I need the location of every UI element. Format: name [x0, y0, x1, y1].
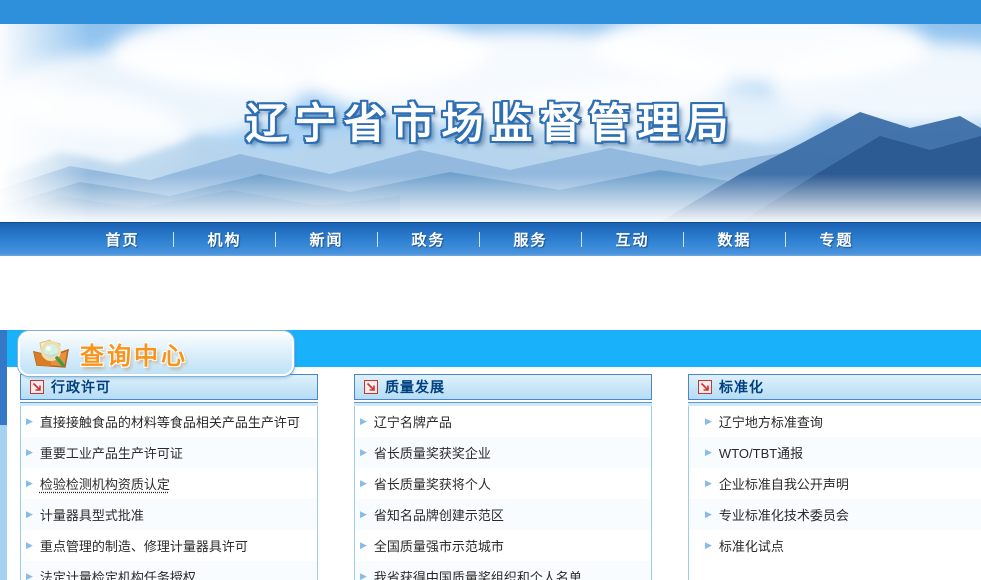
link-label[interactable]: 重要工业产品生产许可证 [40, 443, 183, 462]
link-label[interactable]: 全国质量强市示范城市 [374, 536, 504, 555]
nav-separator [275, 232, 276, 247]
triangle-bullet-icon: ▶ [360, 510, 367, 519]
site-title: 辽宁省市场监督管理局 [0, 90, 981, 151]
link-item[interactable]: ▶ 全国质量强市示范城市 [355, 530, 651, 561]
nav-separator [785, 232, 786, 247]
triangle-bullet-icon: ▶ [705, 479, 712, 488]
nav-item-government[interactable]: 政务 [380, 229, 477, 250]
link-label[interactable]: 省知名品牌创建示范区 [374, 505, 504, 524]
panel-title: 质量发展 [385, 377, 445, 397]
link-item[interactable]: ▶ WTO/TBT通报 [689, 437, 981, 468]
triangle-bullet-icon: ▶ [26, 479, 33, 488]
nav-separator [173, 232, 174, 247]
nav-item-topics[interactable]: 专题 [788, 229, 885, 250]
triangle-bullet-icon: ▶ [705, 417, 712, 426]
nav-item-news[interactable]: 新闻 [278, 229, 375, 250]
triangle-bullet-icon: ▶ [360, 572, 367, 580]
panel-header-quality-development: 质量发展 [354, 374, 652, 400]
link-label[interactable]: 我省获得中国质量奖组织和个人名单 [374, 567, 582, 580]
link-item[interactable]: ▶ 检验检测机构资质认定 [21, 468, 317, 499]
triangle-bullet-icon: ▶ [26, 510, 33, 519]
panel-quality-development: 质量发展 ▶ 辽宁名牌产品 ▶ 省长质量奖获奖企业 ▶ 省长质量奖获将个人 ▶ 省知名品牌创建示… [354, 374, 652, 580]
link-item[interactable]: ▶ 我省获得中国质量奖组织和个人名单 [355, 561, 651, 580]
triangle-bullet-icon: ▶ [26, 541, 33, 550]
nav-separator [377, 232, 378, 247]
nav-item-data[interactable]: 数据 [686, 229, 783, 250]
link-item[interactable]: ▶ 计量器具型式批准 [21, 499, 317, 530]
triangle-bullet-icon: ▶ [26, 572, 33, 580]
nav-item-interaction[interactable]: 互动 [584, 229, 681, 250]
link-label[interactable]: 法定计量检定机构任务授权 [40, 567, 196, 580]
link-label[interactable]: 省长质量奖获奖企业 [374, 443, 491, 462]
content-gap [0, 256, 981, 330]
link-item[interactable]: ▶ 省长质量奖获将个人 [355, 468, 651, 499]
panel-body: ▶ 辽宁地方标准查询 ▶ WTO/TBT通报 ▶ 企业标准自我公开声明 ▶ 专业标准化技术委员… [688, 406, 981, 580]
main-nav: 首页机构新闻政务服务互动数据专题 [0, 222, 981, 256]
nav-separator [479, 232, 480, 247]
link-label[interactable]: WTO/TBT通报 [719, 443, 803, 462]
triangle-bullet-icon: ▶ [360, 448, 367, 457]
link-label[interactable]: 省长质量奖获将个人 [374, 474, 491, 493]
link-item[interactable]: ▶ 省知名品牌创建示范区 [355, 499, 651, 530]
query-center-tab[interactable]: 查询中心 [18, 331, 294, 376]
banner: 辽宁省市场监督管理局 [0, 24, 981, 222]
link-item[interactable]: ▶ 省长质量奖获奖企业 [355, 437, 651, 468]
triangle-bullet-icon: ▶ [705, 510, 712, 519]
link-item[interactable]: ▶ 重要工业产品生产许可证 [21, 437, 317, 468]
link-label[interactable]: 直接接触食品的材料等食品相关产品生产许可 [40, 412, 300, 431]
red-arrow-icon [30, 380, 44, 394]
triangle-bullet-icon: ▶ [26, 417, 33, 426]
triangle-bullet-icon: ▶ [360, 479, 367, 488]
red-arrow-icon [698, 380, 712, 394]
link-label[interactable]: 重点管理的制造、修理计量器具许可 [40, 536, 248, 555]
nav-separator [683, 232, 684, 247]
link-item[interactable]: ▶ 辽宁名牌产品 [355, 406, 651, 437]
link-label[interactable]: 计量器具型式批准 [40, 505, 144, 524]
panels-row: 行政许可 ▶ 直接接触食品的材料等食品相关产品生产许可 ▶ 重要工业产品生产许可证 ▶ 检验… [20, 374, 981, 580]
link-item[interactable]: ▶ 专业标准化技术委员会 [689, 499, 981, 530]
top-bar [0, 0, 981, 24]
link-label[interactable]: 专业标准化技术委员会 [719, 505, 849, 524]
query-center-icon [30, 337, 72, 371]
query-center-label: 查询中心 [80, 336, 188, 371]
link-item[interactable]: ▶ 辽宁地方标准查询 [689, 406, 981, 437]
panel-body: ▶ 辽宁名牌产品 ▶ 省长质量奖获奖企业 ▶ 省长质量奖获将个人 ▶ 省知名品牌创建示范区 ▶ 全… [354, 406, 652, 580]
triangle-bullet-icon: ▶ [705, 448, 712, 457]
triangle-bullet-icon: ▶ [360, 541, 367, 550]
link-label[interactable]: 辽宁名牌产品 [374, 412, 452, 431]
link-item[interactable]: ▶ 法定计量检定机构任务授权 [21, 561, 317, 580]
link-item[interactable]: ▶ 标准化试点 [689, 530, 981, 561]
panel-title: 标准化 [719, 377, 764, 397]
link-item[interactable]: ▶ 直接接触食品的材料等食品相关产品生产许可 [21, 406, 317, 437]
link-item[interactable]: ▶ 重点管理的制造、修理计量器具许可 [21, 530, 317, 561]
panel-header-standardization: 标准化 [688, 374, 981, 400]
panel-administrative-licensing: 行政许可 ▶ 直接接触食品的材料等食品相关产品生产许可 ▶ 重要工业产品生产许可证 ▶ 检验… [20, 374, 318, 580]
link-label[interactable]: 企业标准自我公开声明 [719, 474, 849, 493]
query-center-section: 查询中心 行政许可 ▶ 直接接触食品的材料等食品相关产品生产许可 ▶ 重要工业产品生产许… [0, 330, 981, 580]
panel-body: ▶ 直接接触食品的材料等食品相关产品生产许可 ▶ 重要工业产品生产许可证 ▶ 检验检测机构… [20, 406, 318, 580]
triangle-bullet-icon: ▶ [705, 541, 712, 550]
triangle-bullet-icon: ▶ [26, 448, 33, 457]
panel-standardization: 标准化 ▶ 辽宁地方标准查询 ▶ WTO/TBT通报 ▶ 企业标准自我公开声明 ▶ 专业标准化技… [688, 374, 981, 580]
red-arrow-icon [364, 380, 378, 394]
link-label[interactable]: 辽宁地方标准查询 [719, 412, 823, 431]
nav-separator [581, 232, 582, 247]
nav-item-home[interactable]: 首页 [74, 229, 171, 250]
panel-title: 行政许可 [51, 377, 111, 397]
link-label[interactable]: 检验检测机构资质认定 [40, 474, 170, 493]
link-item[interactable]: ▶ 企业标准自我公开声明 [689, 468, 981, 499]
link-label[interactable]: 标准化试点 [719, 536, 784, 555]
left-edge-strip [0, 330, 7, 580]
panel-header-administrative-licensing: 行政许可 [20, 374, 318, 400]
nav-item-organization[interactable]: 机构 [176, 229, 273, 250]
nav-item-services[interactable]: 服务 [482, 229, 579, 250]
triangle-bullet-icon: ▶ [360, 417, 367, 426]
